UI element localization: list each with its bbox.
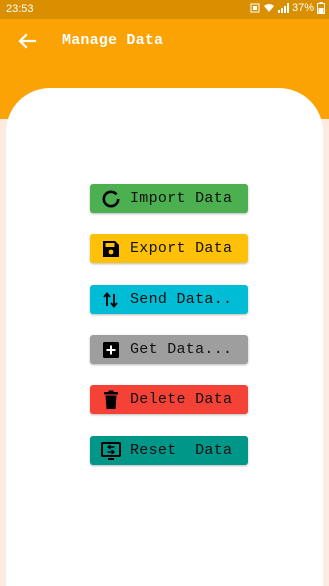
send-data-button[interactable]: Send Data..: [90, 285, 248, 314]
signal-icon: [277, 3, 289, 13]
wifi-icon: [263, 4, 274, 12]
battery-percent: 37%: [291, 2, 314, 14]
get-data-button[interactable]: Get Data...: [90, 335, 248, 364]
loading-circle-icon: [101, 189, 121, 209]
reset-data-button[interactable]: Reset Data: [90, 436, 248, 465]
delete-data-button[interactable]: Delete Data: [90, 385, 248, 414]
import-data-label: Import Data: [130, 190, 233, 207]
save-icon: [101, 239, 121, 259]
export-data-label: Export Data: [130, 240, 233, 257]
add-box-icon: [101, 340, 121, 360]
get-data-label: Get Data...: [130, 341, 233, 358]
trash-icon: [101, 390, 121, 410]
reset-screen-icon: [101, 441, 121, 461]
send-data-label: Send Data..: [130, 291, 233, 308]
status-time: 23:53: [6, 3, 34, 15]
status-bar: 23:53 37%: [0, 0, 329, 19]
reset-data-label: Reset Data: [130, 442, 233, 459]
export-data-button[interactable]: Export Data: [90, 234, 248, 263]
import-data-button[interactable]: Import Data: [90, 184, 248, 213]
battery-icon: [317, 2, 325, 14]
volte-icon: [250, 3, 260, 13]
swap-vertical-icon: [101, 290, 121, 310]
page-title: Manage Data: [62, 32, 164, 49]
arrow-back-icon[interactable]: [16, 30, 38, 52]
status-icons: 37%: [250, 2, 325, 14]
delete-data-label: Delete Data: [130, 391, 233, 408]
